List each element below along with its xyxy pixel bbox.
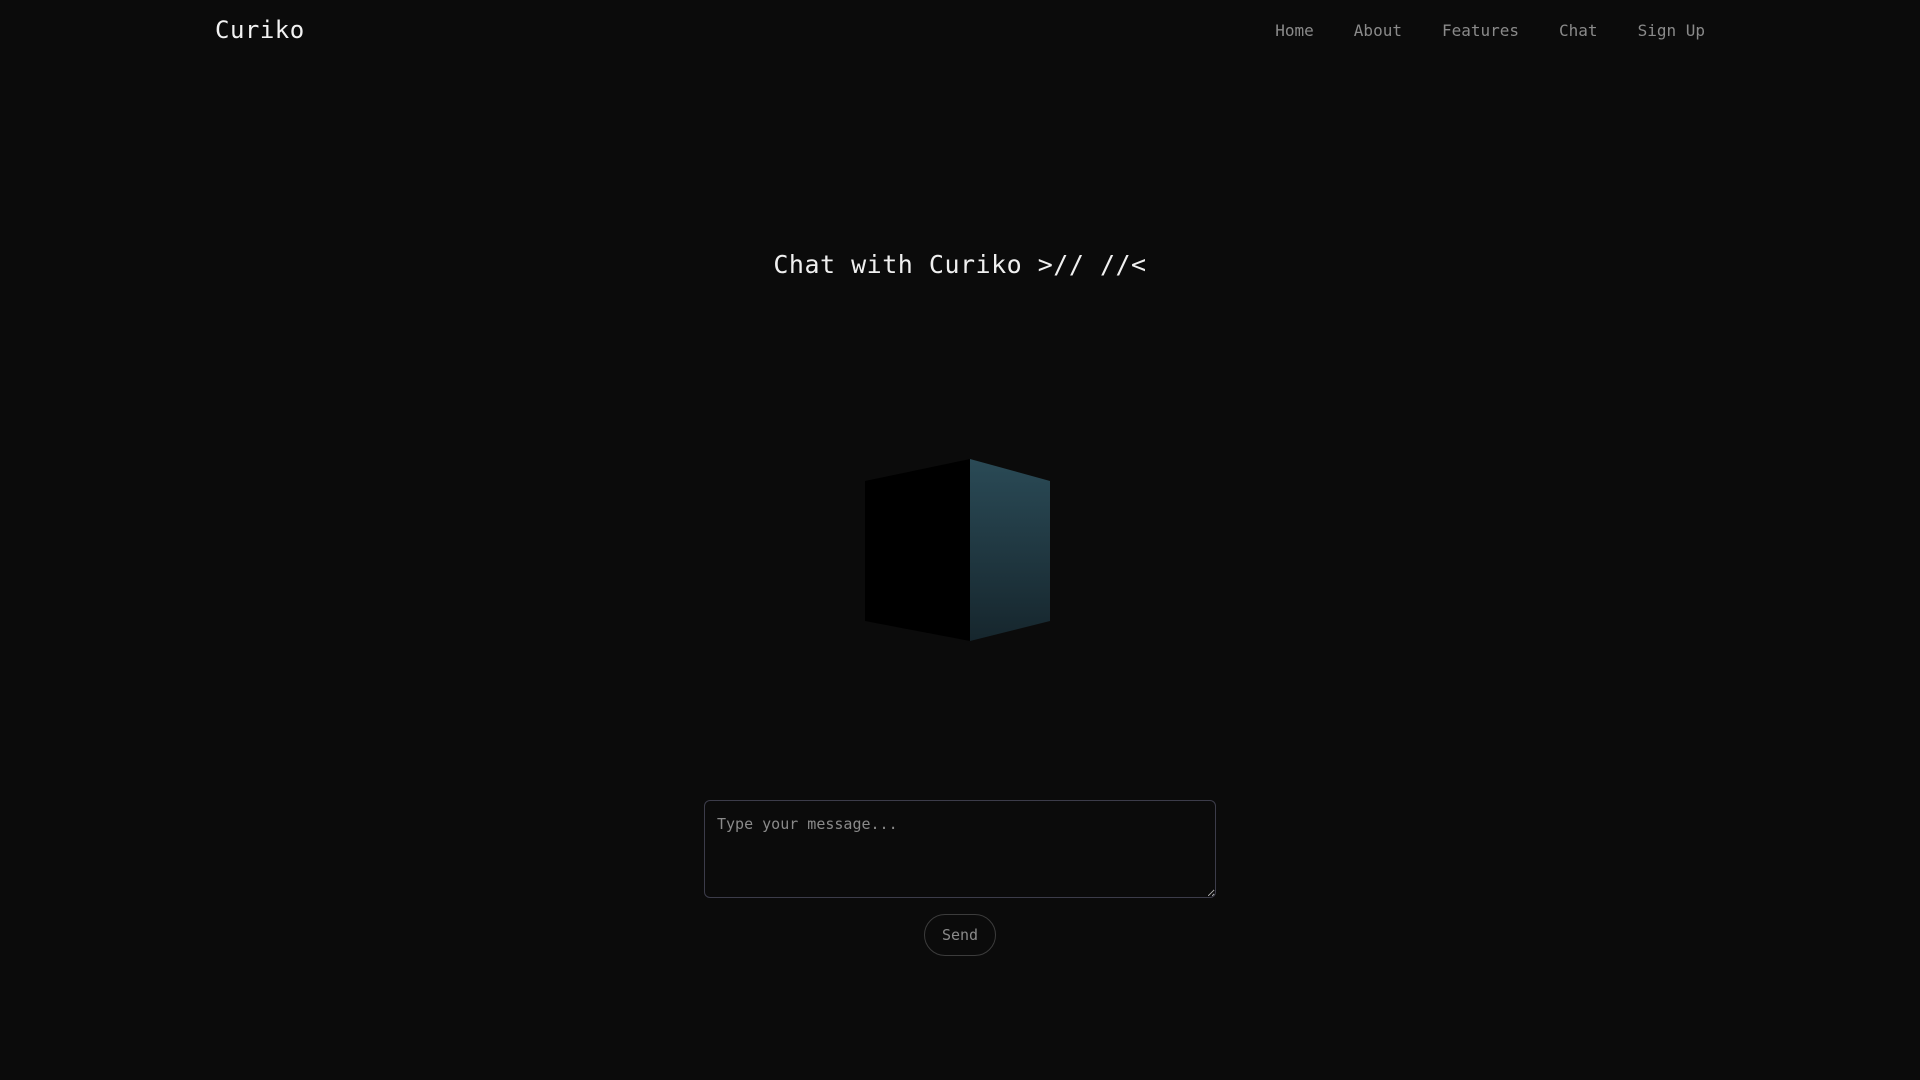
message-input[interactable]	[704, 800, 1216, 898]
cube-left-face	[865, 459, 970, 641]
page-title: Chat with Curiko >// //<	[773, 250, 1147, 279]
nav-sign-up[interactable]: Sign Up	[1638, 21, 1705, 40]
nav-about[interactable]: About	[1354, 21, 1402, 40]
page: Curiko Home About Features Chat Sign Up …	[0, 0, 1920, 1080]
nav-features[interactable]: Features	[1442, 21, 1519, 40]
cube-graphic	[860, 456, 1060, 646]
send-button[interactable]: Send	[924, 914, 996, 956]
top-nav-bar: Curiko Home About Features Chat Sign Up	[0, 0, 1920, 64]
main-nav: Home About Features Chat Sign Up	[1275, 21, 1705, 40]
logo-link[interactable]: Curiko	[215, 16, 305, 44]
cube-right-face	[970, 459, 1050, 641]
nav-chat[interactable]: Chat	[1559, 21, 1598, 40]
nav-home[interactable]: Home	[1275, 21, 1314, 40]
cube-svg	[865, 459, 1050, 641]
